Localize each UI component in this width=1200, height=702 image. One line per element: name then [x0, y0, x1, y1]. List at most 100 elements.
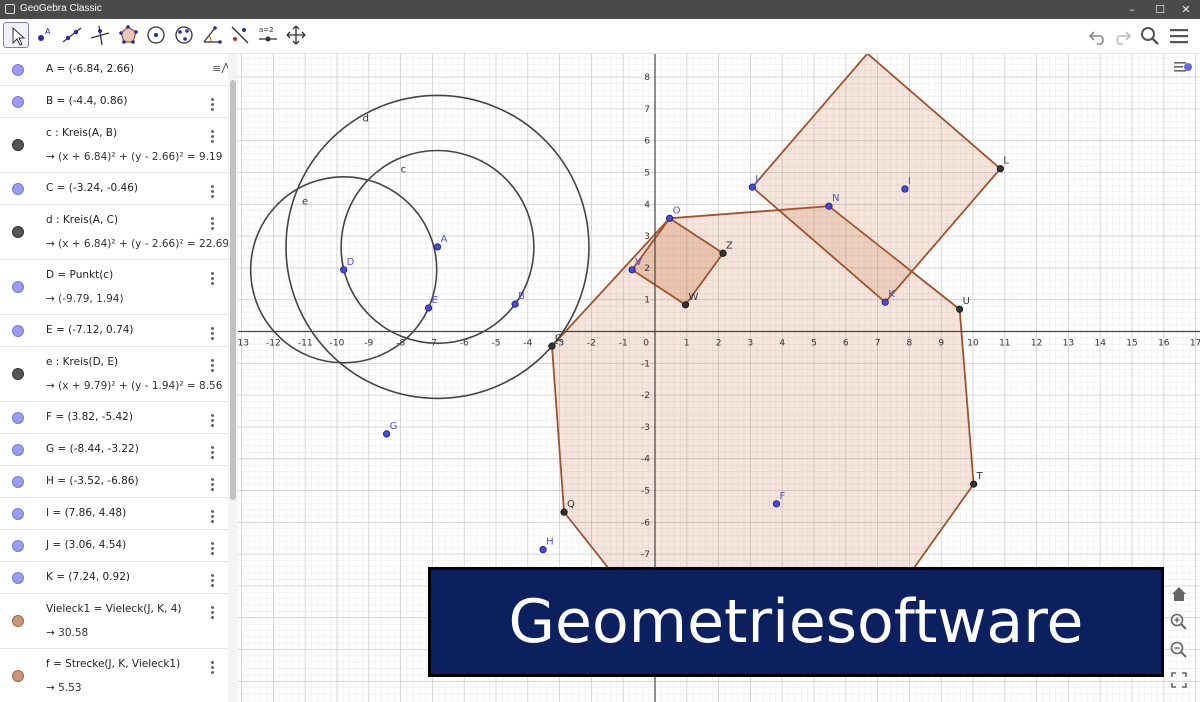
x-tick-label[interactable]: -12 [266, 339, 281, 349]
minimize-button[interactable]: – [1118, 0, 1146, 19]
more-options-icon[interactable] [208, 272, 216, 287]
algebra-row[interactable]: I = (7.86, 4.48) [0, 498, 228, 530]
object-definition[interactable]: Vieleck1 = Vieleck(J, K, 4) [46, 603, 181, 615]
more-options-icon[interactable] [208, 327, 216, 342]
scrollbar-thumb[interactable] [230, 80, 236, 500]
point-label-V[interactable]: V [635, 257, 642, 268]
x-tick-label[interactable]: -13 [238, 339, 249, 349]
algebra-row[interactable]: E = (-7.12, 0.74) [0, 315, 228, 347]
y-tick-label[interactable]: -1 [641, 359, 650, 369]
y-tick-label[interactable]: -3 [641, 423, 650, 433]
more-options-icon[interactable] [208, 574, 216, 589]
search-button[interactable] [1138, 24, 1162, 48]
x-tick-label[interactable]: 13 [1063, 339, 1074, 349]
move-graphics-view-tool[interactable] [283, 22, 309, 48]
point-label-N[interactable]: N [832, 193, 839, 204]
x-tick-label[interactable]: -11 [298, 339, 313, 349]
object-definition[interactable]: E = (-7.12, 0.74) [46, 324, 134, 336]
point-label-E[interactable]: E [432, 295, 438, 306]
point-label-U[interactable]: U [963, 296, 970, 307]
x-tick-label[interactable]: 11 [999, 339, 1010, 349]
x-tick-label[interactable]: -10 [330, 339, 345, 349]
y-tick-label[interactable]: 6 [644, 137, 650, 147]
algebra-row[interactable]: C = (-3.24, -0.46) [0, 173, 228, 205]
visibility-toggle[interactable] [12, 368, 24, 380]
x-tick-label[interactable]: 5 [811, 339, 817, 349]
point-label-W[interactable]: W [689, 292, 699, 303]
algebra-row[interactable]: Vieleck1 = Vieleck(J, K, 4) → 30.58 [0, 594, 228, 649]
more-options-icon[interactable] [208, 98, 216, 113]
x-tick-label[interactable]: 14 [1094, 339, 1106, 349]
origin-label[interactable]: 0 [643, 339, 649, 349]
move-tool[interactable] [3, 22, 29, 48]
visibility-toggle[interactable] [12, 281, 24, 293]
visibility-toggle[interactable] [12, 325, 24, 337]
more-options-icon[interactable] [208, 185, 216, 200]
circle-label-c[interactable]: c [401, 165, 407, 176]
algebra-row[interactable]: c : Kreis(A, B) → (x + 6.84)² + (y - 2.66… [0, 118, 228, 173]
x-tick-label[interactable]: 17 [1190, 339, 1200, 349]
point-label-Q[interactable]: Q [567, 499, 575, 510]
redo-button[interactable] [1110, 24, 1134, 48]
zoom-in-button[interactable] [1168, 611, 1190, 633]
main-menu-button[interactable] [1167, 24, 1191, 48]
algebra-row[interactable]: d : Kreis(A, C) → (x + 6.84)² + (y - 2.66… [0, 205, 228, 260]
x-tick-label[interactable]: 6 [843, 339, 849, 349]
object-definition[interactable]: C = (-3.24, -0.46) [46, 182, 138, 194]
object-definition[interactable]: A = (-6.84, 2.66) [46, 63, 134, 75]
x-tick-label[interactable]: -1 [619, 339, 628, 349]
visibility-toggle[interactable] [12, 64, 24, 76]
x-tick-label[interactable]: 8 [907, 339, 913, 349]
point-label-G[interactable]: G [390, 421, 398, 432]
x-tick-label[interactable]: 1 [684, 339, 690, 349]
visibility-toggle[interactable] [12, 476, 24, 488]
point-label-O[interactable]: O [673, 205, 681, 216]
visibility-toggle[interactable] [12, 444, 24, 456]
point-label-J[interactable]: J [754, 174, 758, 185]
more-options-icon[interactable] [208, 542, 216, 557]
graphics-style-bar-toggle[interactable] [1172, 56, 1194, 78]
point-label-I[interactable]: I [908, 176, 911, 187]
point-label-A[interactable]: A [440, 234, 447, 245]
object-definition[interactable]: d : Kreis(A, C) [46, 214, 118, 226]
y-tick-label[interactable]: -5 [641, 487, 650, 497]
x-tick-label[interactable]: -9 [364, 339, 373, 349]
algebra-row[interactable]: J = (3.06, 4.54) [0, 530, 228, 562]
algebra-row[interactable]: G = (-8.44, -3.22) [0, 434, 228, 466]
object-definition[interactable]: D = Punkt(c) [46, 269, 113, 281]
visibility-toggle[interactable] [12, 670, 24, 682]
visibility-toggle[interactable] [12, 226, 24, 238]
more-options-icon[interactable] [208, 130, 216, 145]
x-tick-label[interactable]: -2 [587, 339, 596, 349]
point-label-F[interactable]: F [779, 491, 785, 502]
x-tick-label[interactable]: 12 [1031, 339, 1042, 349]
more-options-icon[interactable] [208, 359, 216, 374]
algebra-row[interactable]: F = (3.82, -5.42) [0, 402, 228, 434]
circle-label-e[interactable]: e [302, 196, 308, 207]
object-definition[interactable]: K = (7.24, 0.92) [46, 571, 130, 583]
circle-label-d[interactable]: d [362, 114, 368, 125]
point-label-L[interactable]: L [1003, 156, 1009, 167]
algebra-scrollbar[interactable] [228, 54, 238, 702]
zoom-out-button[interactable] [1168, 639, 1190, 661]
circle-center-point-tool[interactable] [143, 22, 169, 48]
x-tick-label[interactable]: -5 [492, 339, 501, 349]
algebra-row[interactable]: f = Strecke(J, K, Vieleck1) → 5.53 [0, 649, 228, 702]
object-definition[interactable]: H = (-3.52, -6.86) [46, 475, 139, 487]
circle-three-points-tool[interactable] [171, 22, 197, 48]
object-definition[interactable]: f = Strecke(J, K, Vieleck1) [46, 658, 180, 670]
angle-tool[interactable] [199, 22, 225, 48]
algebra-row[interactable]: e : Kreis(D, E) → (x + 9.79)² + (y - 1.94… [0, 347, 228, 402]
line-tool[interactable] [59, 22, 85, 48]
x-tick-label[interactable]: 16 [1158, 339, 1170, 349]
y-tick-label[interactable]: -6 [641, 518, 650, 528]
algebra-row[interactable]: A = (-6.84, 2.66) [0, 54, 228, 86]
algebra-row[interactable]: B = (-4.4, 0.86) [0, 86, 228, 118]
visibility-toggle[interactable] [12, 508, 24, 520]
x-tick-label[interactable]: 10 [967, 339, 979, 349]
algebra-row[interactable]: D = Punkt(c) → (-9.79, 1.94) [0, 260, 228, 315]
more-options-icon[interactable] [208, 217, 216, 232]
visibility-toggle[interactable] [12, 96, 24, 108]
x-tick-label[interactable]: 2 [716, 339, 722, 349]
x-tick-label[interactable]: 7 [875, 339, 881, 349]
